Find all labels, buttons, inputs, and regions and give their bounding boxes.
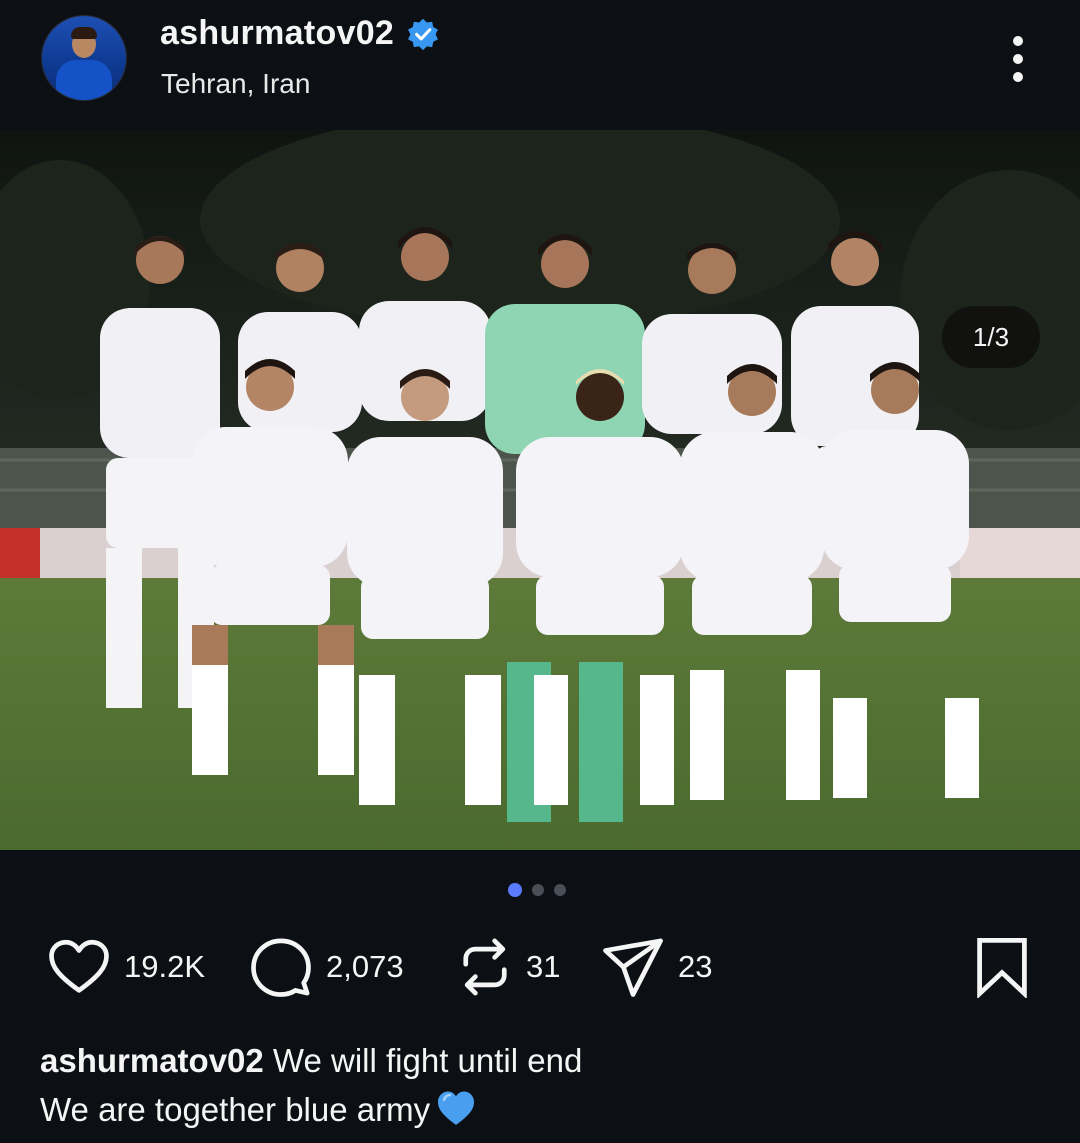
post-header: ashurmatov02 Tehran, Iran — [0, 0, 1080, 130]
carousel-dot-active — [508, 883, 522, 897]
carousel-dot — [554, 884, 566, 896]
caption-line-1: ashurmatov02 We will fight until end — [40, 1036, 1040, 1085]
caption-line-2: We are together blue army — [40, 1085, 1040, 1134]
verified-badge-icon — [408, 18, 439, 50]
caption-text-2: We are together blue army — [40, 1091, 431, 1128]
send-paper-plane-icon — [603, 938, 663, 997]
like-count[interactable]: 19.2K — [124, 949, 205, 985]
save-button[interactable] — [974, 936, 1030, 1003]
slide-counter: 1/3 — [942, 306, 1040, 368]
team-photo-illustration — [0, 130, 1080, 850]
carousel-indicator — [508, 883, 566, 897]
bookmark-icon — [977, 938, 1027, 1000]
comment-count[interactable]: 2,073 — [326, 949, 404, 985]
username-link[interactable]: ashurmatov02 — [160, 14, 394, 53]
repost-arrows-icon — [463, 938, 507, 996]
more-options-icon[interactable] — [1004, 34, 1032, 86]
caption-username[interactable]: ashurmatov02 — [40, 1042, 264, 1079]
avatar-shirt-shape — [56, 60, 112, 100]
location-link[interactable]: Tehran, Iran — [161, 68, 310, 100]
comment-bubble-icon — [251, 938, 311, 997]
post-caption: ashurmatov02 We will fight until end We … — [40, 1036, 1040, 1134]
heart-outline-icon — [49, 939, 109, 993]
share-count[interactable]: 23 — [678, 949, 712, 985]
blue-heart-emoji-icon — [438, 1091, 475, 1125]
comment-button[interactable]: 2,073 — [248, 934, 404, 1000]
post-actions: 19.2K 2,073 31 23 — [0, 934, 1080, 1010]
repost-count[interactable]: 31 — [526, 949, 560, 985]
username-row: ashurmatov02 — [160, 14, 440, 53]
carousel-dot — [532, 884, 544, 896]
profile-avatar[interactable] — [42, 16, 126, 100]
post-image[interactable]: 1/3 — [0, 130, 1080, 850]
caption-text-1: We will fight until end — [263, 1042, 583, 1079]
avatar-hair-shape — [71, 27, 97, 39]
like-button[interactable]: 19.2K — [46, 934, 205, 1000]
repost-button[interactable]: 31 — [452, 934, 560, 1000]
share-button[interactable]: 23 — [600, 934, 712, 1000]
